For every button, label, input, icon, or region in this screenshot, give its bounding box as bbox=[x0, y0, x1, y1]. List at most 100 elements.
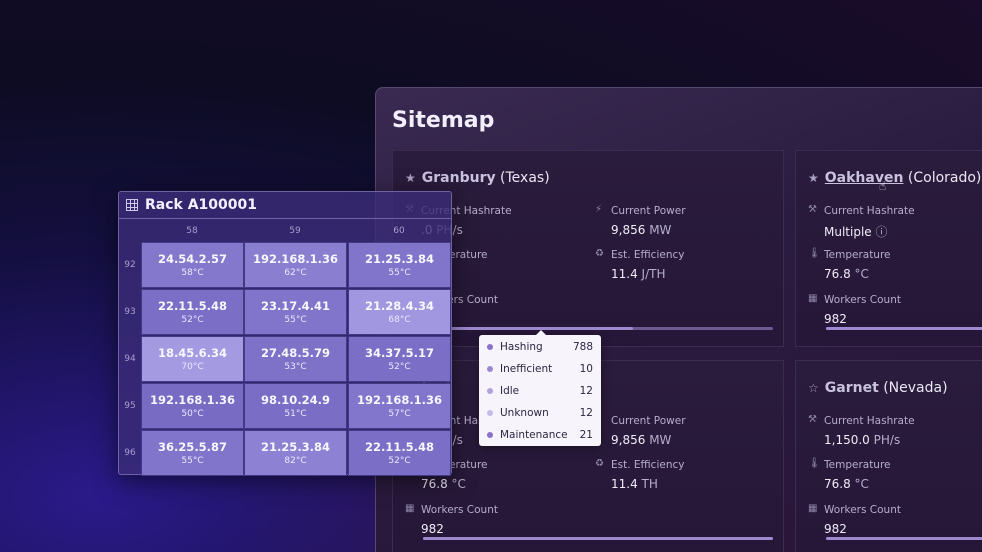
worker-ip: 21.25.3.84 bbox=[364, 252, 435, 266]
metric-workers: ▦ Workers Count 982 bbox=[808, 293, 901, 326]
metric-workers: ▦ Workers Count 982 bbox=[808, 503, 901, 536]
worker-temperature: 55°C bbox=[388, 268, 411, 278]
rack-cell[interactable]: 192.168.1.36 57°C bbox=[348, 383, 451, 429]
worker-temperature: 62°C bbox=[284, 268, 307, 278]
temperature-icon: 🌡 bbox=[808, 458, 821, 469]
tooltip-row-unknown: Unknown 12 bbox=[487, 405, 593, 421]
rack-cell[interactable]: 18.45.6.34 70°C bbox=[141, 336, 244, 382]
site-region: (Texas) bbox=[500, 170, 550, 186]
rack-header: Rack A100001 bbox=[119, 192, 451, 219]
rack-cell[interactable]: 98.10.24.9 51°C bbox=[244, 383, 347, 429]
worker-temperature: 50°C bbox=[181, 409, 204, 419]
site-name[interactable]: Garnet bbox=[825, 380, 879, 396]
metric-power: ⚡Current Power 9,856 MW bbox=[595, 414, 686, 447]
info-icon[interactable]: ⓘ bbox=[876, 225, 888, 239]
tooltip-row-maintenance: Maintenance 21 bbox=[487, 427, 593, 443]
power-icon: ⚡ bbox=[595, 204, 603, 215]
rack-row-label: 94 bbox=[124, 354, 136, 364]
worker-temperature: 57°C bbox=[388, 409, 411, 419]
rack-column-label: 59 bbox=[289, 226, 301, 236]
site-name[interactable]: Granbury bbox=[422, 170, 496, 186]
rack-cell[interactable]: 21.28.4.34 68°C bbox=[348, 289, 451, 335]
rack-column-label: 60 bbox=[393, 226, 405, 236]
worker-ip: 192.168.1.36 bbox=[356, 393, 443, 407]
worker-ip: 23.17.4.41 bbox=[260, 299, 331, 313]
rack-row-label: 95 bbox=[124, 401, 136, 411]
workers-icon: ▦ bbox=[808, 503, 818, 514]
worker-ip: 192.168.1.36 bbox=[149, 393, 236, 407]
metric-temperature: 🌡Temperature 76.8 °C bbox=[808, 458, 891, 491]
rack-cell[interactable]: 22.11.5.48 52°C bbox=[348, 430, 451, 476]
worker-temperature: 52°C bbox=[388, 456, 411, 466]
status-dot bbox=[487, 410, 493, 416]
worker-temperature: 58°C bbox=[181, 268, 204, 278]
tooltip-row-hashing: Hashing 788 bbox=[487, 339, 593, 355]
rack-row-label: 96 bbox=[124, 448, 136, 458]
worker-ip: 192.168.1.36 bbox=[252, 252, 339, 266]
status-dot bbox=[487, 388, 493, 394]
rack-cell[interactable]: 24.54.2.57 58°C bbox=[141, 242, 244, 288]
site-card-garnet[interactable]: ☆ Garnet (Nevada) ⚒ Current Hashrate 1,150… bbox=[795, 360, 982, 552]
temperature-icon: 🌡 bbox=[808, 248, 821, 259]
worker-ip: 27.48.5.79 bbox=[260, 346, 331, 360]
rack-cell[interactable]: 21.25.3.84 55°C bbox=[348, 242, 451, 288]
worker-ip: 21.25.3.84 bbox=[260, 440, 331, 454]
workers-progress-bar[interactable] bbox=[423, 327, 773, 330]
status-dot bbox=[487, 344, 493, 350]
page-title: Sitemap bbox=[392, 108, 495, 133]
worker-ip: 22.11.5.48 bbox=[157, 299, 228, 313]
worker-ip: 22.11.5.48 bbox=[364, 440, 435, 454]
site-region: (Colorado) bbox=[907, 170, 982, 186]
star-icon[interactable]: ★ bbox=[808, 171, 819, 185]
worker-temperature: 52°C bbox=[181, 315, 204, 325]
rack-cell[interactable]: 36.25.5.87 55°C bbox=[141, 430, 244, 476]
rack-cell[interactable]: 22.11.5.48 52°C bbox=[141, 289, 244, 335]
metric-temperature: 🌡Temperature 76.8 °C bbox=[808, 248, 891, 281]
sitemap-window: Sitemap ★ Granbury (Texas) ⚒Current Hashr… bbox=[375, 87, 982, 552]
status-dot bbox=[487, 432, 493, 438]
rack-cell[interactable]: 34.37.5.17 52°C bbox=[348, 336, 451, 382]
site-region: (Nevada) bbox=[883, 380, 948, 396]
rack-row-label: 92 bbox=[124, 260, 136, 270]
star-outline-icon[interactable]: ☆ bbox=[808, 381, 819, 395]
workers-icon: ▦ bbox=[405, 503, 415, 514]
rack-cell[interactable]: 21.25.3.84 82°C bbox=[244, 430, 347, 476]
rack-cell[interactable]: 23.17.4.41 55°C bbox=[244, 289, 347, 335]
efficiency-icon: ♻ bbox=[595, 248, 604, 259]
site-name-link[interactable]: Oakhaven bbox=[825, 170, 904, 186]
rack-panel: Rack A100001 58 59 60 92 93 94 95 96 24.54.2.57 5… bbox=[118, 191, 452, 476]
rack-title: Rack A100001 bbox=[145, 197, 257, 213]
workers-icon: ▦ bbox=[808, 293, 818, 304]
site-card-title: ☆ Garnet (Nevada) bbox=[808, 380, 948, 396]
worker-temperature: 52°C bbox=[388, 362, 411, 372]
worker-ip: 98.10.24.9 bbox=[260, 393, 331, 407]
metric-efficiency: ♻ Est. Efficiency 11.4 J/TH bbox=[595, 248, 685, 281]
metric-efficiency: ♻ Est. Efficiency 11.4 TH bbox=[595, 458, 685, 491]
workers-progress-bar[interactable] bbox=[826, 327, 982, 330]
workers-progress-bar[interactable] bbox=[826, 537, 982, 540]
rack-column-label: 58 bbox=[186, 226, 198, 236]
worker-ip: 18.45.6.34 bbox=[157, 346, 228, 360]
site-card-title: ★ Granbury (Texas) bbox=[405, 170, 550, 186]
metric-hashrate: ⚒ Current Hashrate 1,150.0 PH/s bbox=[808, 414, 915, 447]
worker-ip: 21.28.4.34 bbox=[364, 299, 435, 313]
metric-power: ⚡Current Power 9,856 MW bbox=[595, 204, 686, 237]
worker-temperature: 70°C bbox=[181, 362, 204, 372]
star-icon[interactable]: ★ bbox=[405, 171, 416, 185]
rack-cell[interactable]: 192.168.1.36 62°C bbox=[244, 242, 347, 288]
site-card-title: ★ Oakhaven (Colorado) bbox=[808, 170, 981, 186]
tooltip-row-inefficient: Inefficient 10 bbox=[487, 361, 593, 377]
worker-ip: 34.37.5.17 bbox=[364, 346, 435, 360]
rack-cell[interactable]: 27.48.5.79 53°C bbox=[244, 336, 347, 382]
rack-cell[interactable]: 192.168.1.36 50°C bbox=[141, 383, 244, 429]
worker-temperature: 55°C bbox=[181, 456, 204, 466]
worker-temperature: 51°C bbox=[284, 409, 307, 419]
site-card-oakhaven[interactable]: ★ Oakhaven (Colorado) ☝ ⚒ Current Hashrate… bbox=[795, 150, 982, 347]
rack-row-label: 93 bbox=[124, 307, 136, 317]
status-dot bbox=[487, 366, 493, 372]
workers-progress-bar[interactable] bbox=[423, 537, 773, 540]
worker-temperature: 53°C bbox=[284, 362, 307, 372]
hand-cursor-icon: ☝ bbox=[879, 179, 887, 193]
worker-ip: 24.54.2.57 bbox=[157, 252, 228, 266]
worker-temperature: 82°C bbox=[284, 456, 307, 466]
